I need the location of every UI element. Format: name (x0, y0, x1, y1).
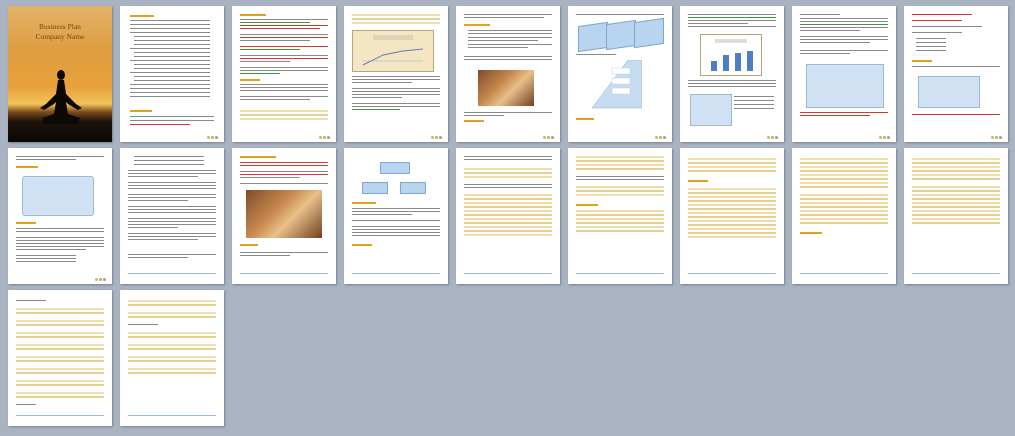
page-thumbnail-13-org-chart[interactable] (344, 148, 448, 284)
line-chart-thumbnail (352, 30, 434, 72)
bar-chart-thumbnail (700, 34, 762, 76)
page-thumbnail-11-text[interactable] (120, 148, 224, 284)
page-thumbnail-15-tables[interactable] (568, 148, 672, 284)
page-thumbnail-7-bar-chart[interactable] (680, 6, 784, 142)
blue-text-box (806, 64, 884, 108)
yoga-class-photo (478, 70, 534, 106)
page-thumbnail-8-text-box[interactable] (792, 6, 896, 142)
page-thumbnail-18-tables[interactable] (904, 148, 1008, 284)
cover-title: Business Plan (39, 22, 81, 31)
page-thumbnail-9-list[interactable] (904, 6, 1008, 142)
quadrant-diagram (22, 176, 94, 216)
page-thumbnail-5-text-photo[interactable] (456, 6, 560, 142)
process-diagram-shape (578, 21, 608, 53)
funnel-diagram (592, 60, 642, 109)
page-thumbnail-20-tables[interactable] (120, 290, 224, 426)
page-thumbnail-1-cover[interactable]: Business Plan Company Name (8, 6, 112, 142)
cover-subtitle: Company Name (35, 32, 85, 41)
page-thumbnail-3-text[interactable] (232, 6, 336, 142)
page-thumbnail-19-tables[interactable] (8, 290, 112, 426)
page-thumbnail-17-tables[interactable] (792, 148, 896, 284)
page-thumbnail-4-table-chart[interactable] (344, 6, 448, 142)
org-chart-box (380, 162, 410, 174)
meditation-silhouette-image (40, 70, 82, 124)
page-thumbnail-10-diagram[interactable] (8, 148, 112, 284)
page-thumbnail-14-tables[interactable] (456, 148, 560, 284)
page-thumbnail-16-tables[interactable] (680, 148, 784, 284)
page-thumbnail-2-table-of-contents[interactable] (120, 6, 224, 142)
page-thumbnail-grid: Business Plan Company Name (0, 0, 1015, 436)
page-thumbnail-6-diagram[interactable] (568, 6, 672, 142)
page-thumbnail-12-photo[interactable] (232, 148, 336, 284)
yoga-studio-photo (246, 190, 322, 238)
